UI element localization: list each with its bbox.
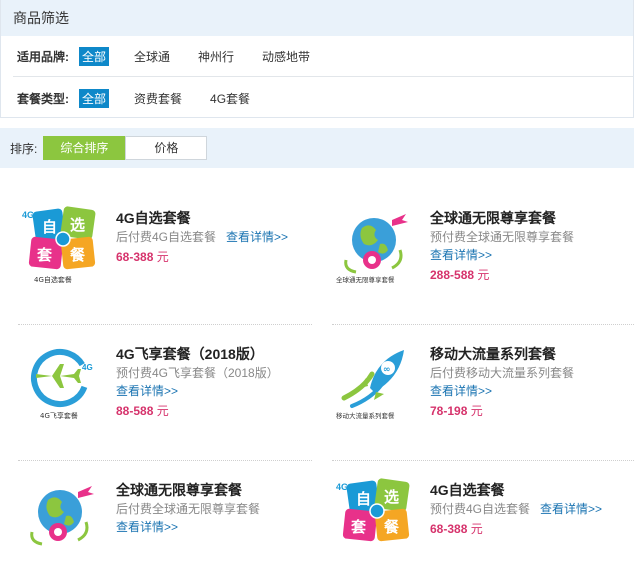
sort-label: 排序:	[10, 141, 38, 156]
4g-self-select-icon: 4G 自 选 套 餐 4G自选套餐	[22, 206, 96, 284]
product-price: 88-588 元	[116, 404, 169, 418]
type-option-4g[interactable]: 4G套餐	[207, 89, 253, 108]
product-desc: 预付费全球通无限尊享套餐	[430, 230, 575, 244]
product-price: 288-588 元	[430, 268, 490, 282]
product-card[interactable]: 4G 自 选 套 餐 4G自选套餐 预付费4G自选套餐 查看详情>> 68-38…	[322, 442, 618, 578]
product-card[interactable]: ∞ 移动大流量系列套餐 移动大流量系列套餐 后付费移动大流量系列套餐 查看详情>…	[322, 306, 618, 442]
view-details-link[interactable]: 查看详情>>	[226, 230, 288, 244]
brand-option-quanqiutong[interactable]: 全球通	[131, 47, 173, 66]
product-name: 全球通无限尊享套餐	[430, 210, 556, 226]
brand-filter-label: 适用品牌:	[17, 49, 69, 64]
product-card[interactable]: 全球通无限尊享套餐 全球通无限尊享套餐 预付费全球通无限尊享套餐 查看详情>> …	[322, 170, 618, 306]
type-option-all[interactable]: 全部	[79, 88, 110, 108]
svg-text:套: 套	[350, 518, 367, 536]
brand-option-shenzhouxing[interactable]: 神州行	[195, 47, 237, 66]
product-info: 全球通无限尊享套餐 预付费全球通无限尊享套餐 查看详情>> 288-588 元	[430, 208, 620, 286]
product-desc: 预付费4G飞享套餐（2018版）	[116, 366, 279, 380]
product-desc: 后付费4G自选套餐	[116, 230, 217, 244]
airplane-icon: 4G 4G飞享套餐	[31, 349, 93, 420]
svg-text:∞: ∞	[383, 365, 391, 375]
svg-text:餐: 餐	[70, 246, 86, 264]
product-desc: 后付费全球通无限尊享套餐	[116, 502, 261, 516]
4g-self-select-icon: 4G 自 选 套 餐	[336, 478, 410, 542]
svg-text:4G: 4G	[22, 210, 34, 220]
product-info: 4G飞享套餐（2018版） 预付费4G飞享套餐（2018版） 查看详情>> 88…	[116, 344, 306, 422]
product-desc: 后付费移动大流量系列套餐	[430, 366, 575, 380]
product-card[interactable]: 4G 4G飞享套餐 4G飞享套餐（2018版） 预付费4G飞享套餐（2018版）…	[8, 306, 304, 442]
globe-icon	[30, 486, 94, 546]
product-card[interactable]: 4G 自 选 套 餐 4G自选套餐 4G自选套餐 后付费4G自选套餐 查看详情>…	[8, 170, 304, 306]
icon-caption: 移动大流量系列套餐	[336, 411, 395, 420]
view-details-link[interactable]: 查看详情>>	[430, 246, 620, 264]
product-name: 移动大流量系列套餐	[430, 346, 556, 362]
sort-comprehensive-button[interactable]: 综合排序	[43, 136, 126, 160]
svg-text:4G: 4G	[336, 482, 348, 492]
product-info: 移动大流量系列套餐 后付费移动大流量系列套餐 查看详情>> 78-198 元	[430, 344, 620, 422]
brand-option-all[interactable]: 全部	[79, 46, 110, 66]
brand-filter-row: 适用品牌: 全部 全球通 神州行 动感地带	[1, 36, 633, 76]
view-details-link[interactable]: 查看详情>>	[116, 382, 306, 400]
product-price: 78-198 元	[430, 404, 483, 418]
sort-bar: 排序: 综合排序 价格	[0, 128, 634, 168]
rocket-icon: ∞ 移动大流量系列套餐	[336, 350, 404, 420]
svg-text:自: 自	[356, 490, 371, 508]
svg-text:餐: 餐	[384, 518, 400, 536]
svg-text:选: 选	[70, 216, 85, 234]
product-name: 4G自选套餐	[116, 210, 191, 226]
product-card[interactable]: 全球通无限尊享套餐 后付费全球通无限尊享套餐 查看详情>>	[8, 442, 304, 578]
sort-price-button[interactable]: 价格	[125, 136, 208, 160]
product-info: 4G自选套餐 预付费4G自选套餐 查看详情>> 68-388 元	[430, 480, 620, 540]
type-option-tariff[interactable]: 资费套餐	[131, 89, 185, 108]
filter-divider	[13, 76, 633, 77]
product-name: 全球通无限尊享套餐	[116, 482, 242, 498]
filter-title: 商品筛选	[1, 0, 633, 36]
globe-icon: 全球通无限尊享套餐	[336, 214, 408, 284]
product-info: 全球通无限尊享套餐 后付费全球通无限尊享套餐 查看详情>>	[116, 480, 306, 536]
svg-text:套: 套	[36, 246, 53, 264]
product-desc: 预付费4G自选套餐	[430, 502, 531, 516]
icon-caption: 全球通无限尊享套餐	[336, 275, 395, 284]
svg-text:4G: 4G	[82, 363, 93, 372]
svg-text:选: 选	[384, 488, 399, 506]
svg-text:自: 自	[42, 218, 57, 236]
product-price: 68-388 元	[430, 522, 483, 536]
type-filter-row: 套餐类型: 全部 资费套餐 4G套餐	[1, 78, 633, 118]
product-name: 4G飞享套餐（2018版）	[116, 346, 264, 362]
icon-caption: 4G飞享套餐	[40, 411, 78, 420]
filter-panel: 商品筛选 适用品牌: 全部 全球通 神州行 动感地带 套餐类型: 全部 资费套餐…	[0, 0, 634, 118]
brand-option-dongganddidai[interactable]: 动感地带	[259, 47, 313, 66]
icon-caption: 4G自选套餐	[34, 275, 72, 284]
type-filter-label: 套餐类型:	[17, 91, 69, 106]
view-details-link[interactable]: 查看详情>>	[540, 502, 602, 516]
view-details-link[interactable]: 查看详情>>	[116, 518, 306, 536]
view-details-link[interactable]: 查看详情>>	[430, 382, 620, 400]
product-name: 4G自选套餐	[430, 482, 505, 498]
product-price: 68-388 元	[116, 250, 169, 264]
product-info: 4G自选套餐 后付费4G自选套餐 查看详情>> 68-388 元	[116, 208, 306, 268]
